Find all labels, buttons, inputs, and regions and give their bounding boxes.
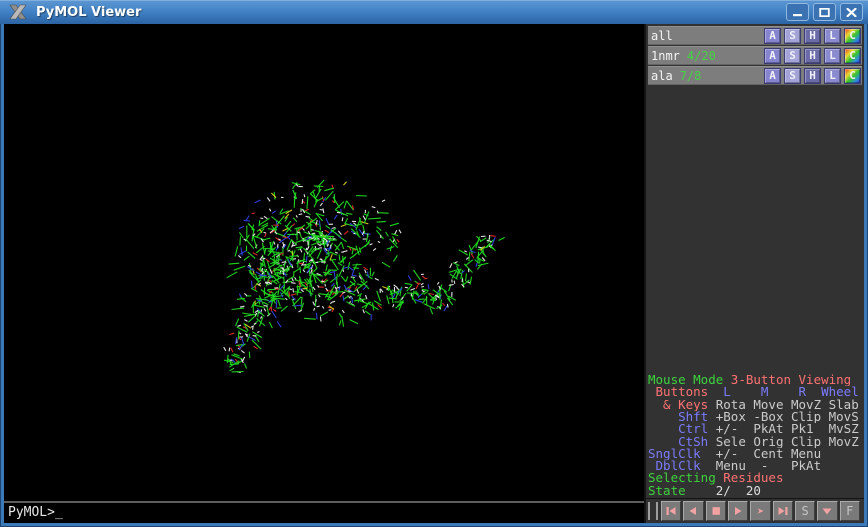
object-list: allASHLC1nmr4/20ASHLCala7/8ASHLC — [646, 24, 864, 86]
color-menu-button[interactable]: C — [844, 28, 861, 44]
mouse-panel-line: Ctrl +/- PkAt Pk1 MvSZ — [648, 423, 864, 435]
object-name[interactable]: ala — [651, 69, 673, 83]
pymol-viewer-window: PyMOL Viewer PyMOL>_ — [0, 0, 868, 527]
action-menu-button[interactable]: A — [764, 48, 781, 64]
object-row-all[interactable]: all ASHLC — [648, 26, 862, 45]
color-menu-button[interactable]: C — [844, 48, 861, 64]
play-icon — [732, 506, 744, 516]
movie-end-button[interactable] — [773, 501, 793, 521]
mouse-panel-line[interactable]: State 2/ 20 — [648, 485, 864, 497]
movie-f-button[interactable]: F — [840, 501, 860, 521]
color-menu-button[interactable]: C — [844, 68, 861, 84]
stop-icon — [710, 506, 722, 516]
object-row-ala[interactable]: ala 7/8 ASHLC — [648, 66, 862, 85]
movie-step-back-button[interactable] — [683, 501, 703, 521]
molecule-structure — [4, 24, 644, 501]
mouse-panel-line: SnglClk +/- Cent Menu — [648, 448, 864, 460]
step-back-icon — [687, 506, 699, 516]
object-row-1nmr[interactable]: 1nmr 4/20 ASHLC — [648, 46, 862, 65]
close-button[interactable] — [840, 3, 863, 21]
show-menu-button[interactable]: S — [784, 28, 801, 44]
step-forward-icon — [754, 506, 766, 516]
movie-rewind-button[interactable] — [661, 501, 681, 521]
mouse-mode-panel: Mouse Mode 3-Button Viewing Buttons L M … — [646, 374, 864, 497]
label-menu-button[interactable]: L — [824, 48, 841, 64]
movie-stop-button[interactable] — [706, 501, 726, 521]
movie-menu-button[interactable] — [817, 501, 837, 521]
rewind-icon — [665, 506, 677, 516]
titlebar[interactable]: PyMOL Viewer — [0, 0, 868, 24]
mouse-panel-line[interactable]: Mouse Mode 3-Button Viewing — [648, 374, 864, 386]
close-icon — [846, 8, 857, 17]
action-menu-button[interactable]: A — [764, 68, 781, 84]
panel-spacer — [646, 86, 864, 374]
object-name[interactable]: 1nmr — [651, 49, 680, 63]
object-state-count: 7/8 — [680, 69, 702, 83]
action-menu-button[interactable]: A — [764, 28, 781, 44]
mouse-panel-line[interactable]: Selecting Residues — [648, 472, 864, 484]
maximize-button[interactable] — [813, 3, 836, 21]
object-state-count: 4/20 — [687, 49, 716, 63]
minimize-icon — [792, 8, 803, 17]
maximize-icon — [819, 8, 830, 17]
end-icon — [777, 506, 789, 516]
mouse-panel-line: DblClk Menu - PkAt — [648, 460, 864, 472]
movie-button-label: F — [846, 505, 853, 517]
movie-controls: SF — [646, 498, 864, 523]
minimize-button[interactable] — [786, 3, 809, 21]
movie-s-button[interactable]: S — [795, 501, 815, 521]
hide-menu-button[interactable]: H — [804, 28, 821, 44]
mouse-panel-line: Shft +Box -Box Clip MovS — [648, 411, 864, 423]
controls-grip[interactable] — [648, 502, 658, 520]
menu-icon — [821, 506, 833, 516]
label-menu-button[interactable]: L — [824, 28, 841, 44]
show-menu-button[interactable]: S — [784, 68, 801, 84]
movie-step-forward-button[interactable] — [750, 501, 770, 521]
movie-play-button[interactable] — [728, 501, 748, 521]
mouse-panel-line: & Keys Rota Move MovZ Slab — [648, 399, 864, 411]
object-name[interactable]: all — [651, 29, 673, 43]
x11-logo-icon[interactable] — [8, 4, 28, 20]
movie-button-label: S — [802, 505, 809, 517]
control-panel: allASHLC1nmr4/20ASHLCala7/8ASHLC Mouse M… — [644, 24, 864, 523]
mouse-panel-line: CtSh Sele Orig Clip MovZ — [648, 436, 864, 448]
window-title: PyMOL Viewer — [36, 5, 141, 20]
hide-menu-button[interactable]: H — [804, 48, 821, 64]
command-input[interactable]: PyMOL>_ — [4, 503, 644, 523]
hide-menu-button[interactable]: H — [804, 68, 821, 84]
mouse-panel-line: Buttons L M R Wheel — [648, 386, 864, 398]
3d-viewport[interactable] — [4, 24, 644, 501]
label-menu-button[interactable]: L — [824, 68, 841, 84]
show-menu-button[interactable]: S — [784, 48, 801, 64]
